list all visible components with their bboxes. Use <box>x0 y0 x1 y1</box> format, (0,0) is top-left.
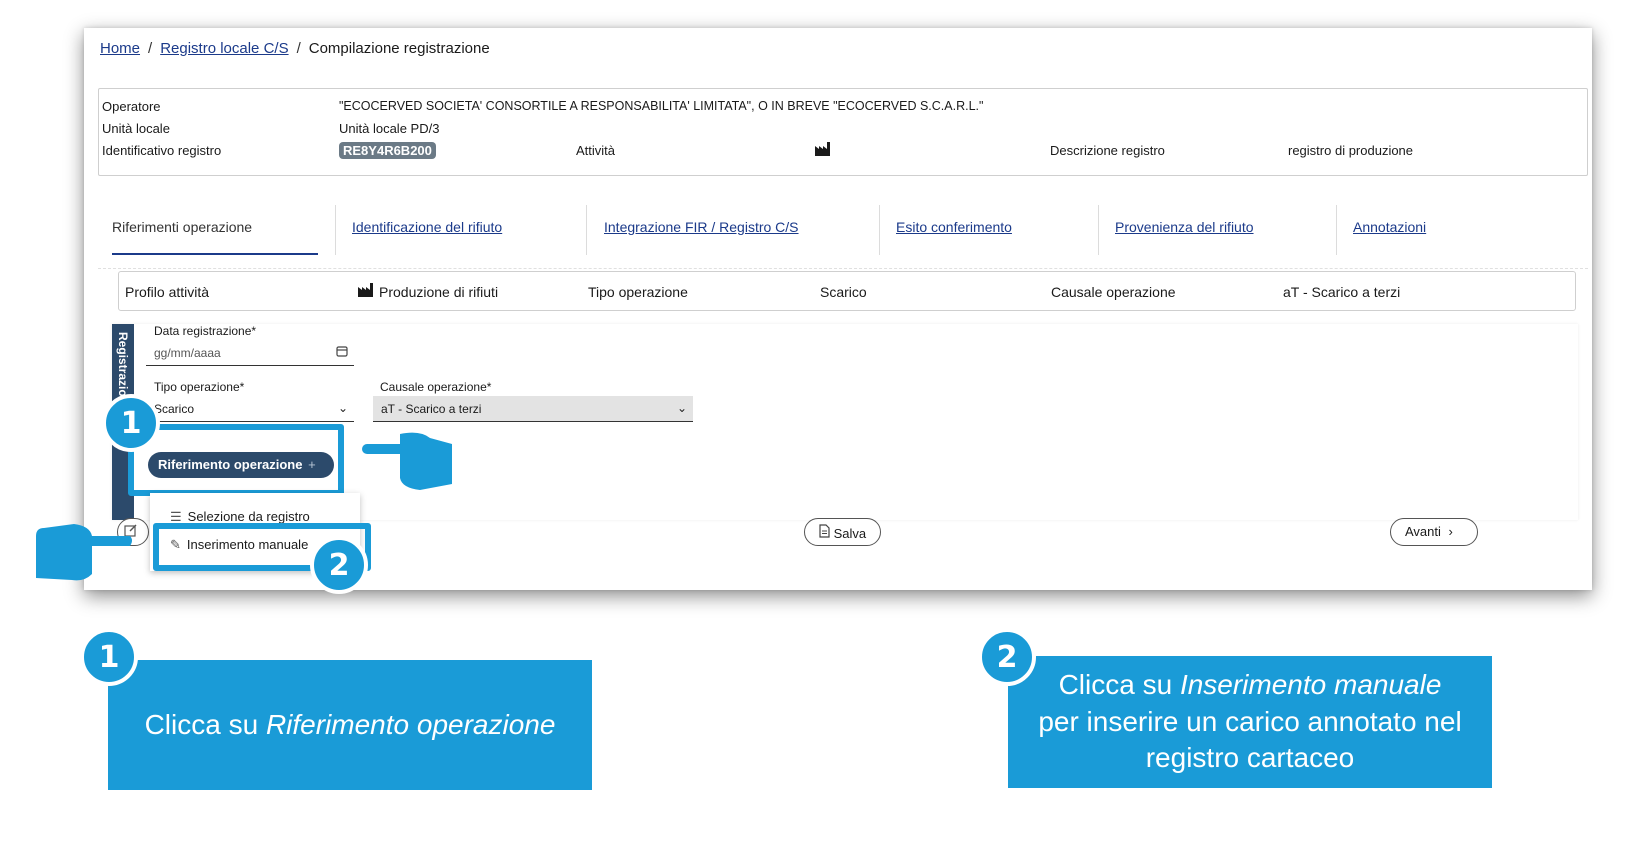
profilo-label: Profilo attività <box>125 284 210 300</box>
tab-riferimenti-operazione[interactable]: Riferimenti operazione <box>112 219 252 235</box>
tipo-operazione-selected: Scarico <box>154 402 195 416</box>
data-registrazione-input[interactable]: gg/mm/aaaa <box>146 340 354 366</box>
tipo-operazione-label: Tipo operazione <box>588 284 688 300</box>
identificativo-label: Identificativo registro <box>102 143 222 158</box>
tab-divider <box>586 205 587 255</box>
identificativo-badge: RE8Y4R6B200 <box>339 142 436 159</box>
tipo-operazione-field-label: Tipo operazione* <box>154 380 245 394</box>
operatore-value: "ECOCERVED SOCIETA' CONSORTILE A RESPONS… <box>339 99 984 113</box>
causale-value: aT - Scarico a terzi <box>1283 284 1401 300</box>
breadcrumb-separator: / <box>296 40 301 57</box>
caption-2-badge: 2 <box>978 628 1036 686</box>
active-tab-indicator <box>112 253 318 255</box>
tab-esito-conferimento[interactable]: Esito conferimento <box>896 219 1012 235</box>
caption-2-prefix: Clicca su <box>1058 669 1180 701</box>
unita-locale-label: Unità locale <box>102 121 170 136</box>
tab-identificazione-rifiuto[interactable]: Identificazione del rifiuto <box>352 219 502 235</box>
caption-2-emphasis: Inserimento manuale <box>1179 669 1442 701</box>
tab-provenienza-rifiuto[interactable]: Provenienza del rifiuto <box>1115 219 1254 235</box>
causale-operazione-selected: aT - Scarico a terzi <box>381 402 482 416</box>
causale-operazione-field-label: Causale operazione* <box>380 380 492 394</box>
caption-1-badge: 1 <box>80 628 138 686</box>
tipo-operazione-value: Scarico <box>820 284 867 300</box>
profile-summary: Profilo attività Produzione di rifiuti T… <box>118 271 1576 311</box>
tab-divider <box>879 205 880 255</box>
descrizione-value: registro di produzione <box>1288 143 1414 158</box>
operatore-label: Operatore <box>102 99 161 114</box>
document-icon <box>819 524 834 541</box>
descrizione-label: Descrizione registro <box>1050 143 1165 158</box>
pointing-hand-icon <box>360 428 456 497</box>
caption-2-line3: registro cartaceo <box>1145 742 1355 774</box>
breadcrumb-registro-link[interactable]: Registro locale C/S <box>160 40 288 57</box>
operator-info-box: Operatore "ECOCERVED SOCIETA' CONSORTILE… <box>98 88 1588 176</box>
tab-divider <box>335 205 336 255</box>
pointing-hand-icon <box>34 520 134 589</box>
salva-label: Salva <box>833 526 867 541</box>
breadcrumb: Home / Registro locale C/S / Compilazion… <box>100 40 490 57</box>
riferimento-operazione-button[interactable]: Riferimento operazione + <box>148 452 334 478</box>
chevron-down-icon: ⌄ <box>676 401 687 415</box>
caption-2-line2: per inserire un carico annotato nel <box>1038 705 1462 737</box>
riferimento-operazione-label: Riferimento operazione <box>158 457 303 472</box>
tab-annotazioni[interactable]: Annotazioni <box>1353 219 1426 235</box>
calendar-icon[interactable] <box>336 345 348 360</box>
avanti-button[interactable]: Avanti › <box>1390 518 1478 546</box>
tab-integrazione-fir[interactable]: Integrazione FIR / Registro C/S <box>604 219 799 235</box>
step-1-badge: 1 <box>102 394 160 452</box>
factory-icon <box>815 142 831 159</box>
caption-step-2: Clicca su Inserimento manuale per inseri… <box>1008 656 1492 788</box>
salva-button[interactable]: Salva <box>804 518 882 546</box>
data-registrazione-label: Data registrazione* <box>154 324 257 338</box>
factory-icon <box>358 283 374 300</box>
caption-1-prefix: Clicca su <box>144 708 266 740</box>
step-2-badge: 2 <box>310 536 368 594</box>
breadcrumb-home-link[interactable]: Home <box>100 40 140 57</box>
chevron-right-icon: › <box>1448 524 1453 539</box>
list-icon: ☰ <box>170 509 182 524</box>
breadcrumb-separator: / <box>148 40 153 57</box>
tab-divider <box>1336 205 1337 255</box>
caption-1-emphasis: Riferimento operazione <box>265 708 556 740</box>
step-tabs: Riferimenti operazione Identificazione d… <box>98 191 1588 269</box>
avanti-label: Avanti <box>1405 524 1441 539</box>
data-registrazione-placeholder: gg/mm/aaaa <box>154 346 221 360</box>
breadcrumb-current: Compilazione registrazione <box>308 40 490 57</box>
causale-operazione-select[interactable]: aT - Scarico a terzi ⌄ <box>373 396 693 422</box>
chevron-down-icon: ⌄ <box>337 401 348 415</box>
menu-item-selezione-label: Selezione da registro <box>187 509 310 524</box>
profilo-value: Produzione di rifiuti <box>379 284 499 300</box>
caption-step-1: Clicca su Riferimento operazione <box>108 660 592 790</box>
plus-icon: + <box>308 457 316 472</box>
causale-label: Causale operazione <box>1051 284 1176 300</box>
tipo-operazione-select[interactable]: Scarico ⌄ <box>146 396 354 422</box>
unita-locale-value: Unità locale PD/3 <box>339 121 440 136</box>
attivita-label: Attività <box>576 143 616 158</box>
tab-divider <box>1098 205 1099 255</box>
